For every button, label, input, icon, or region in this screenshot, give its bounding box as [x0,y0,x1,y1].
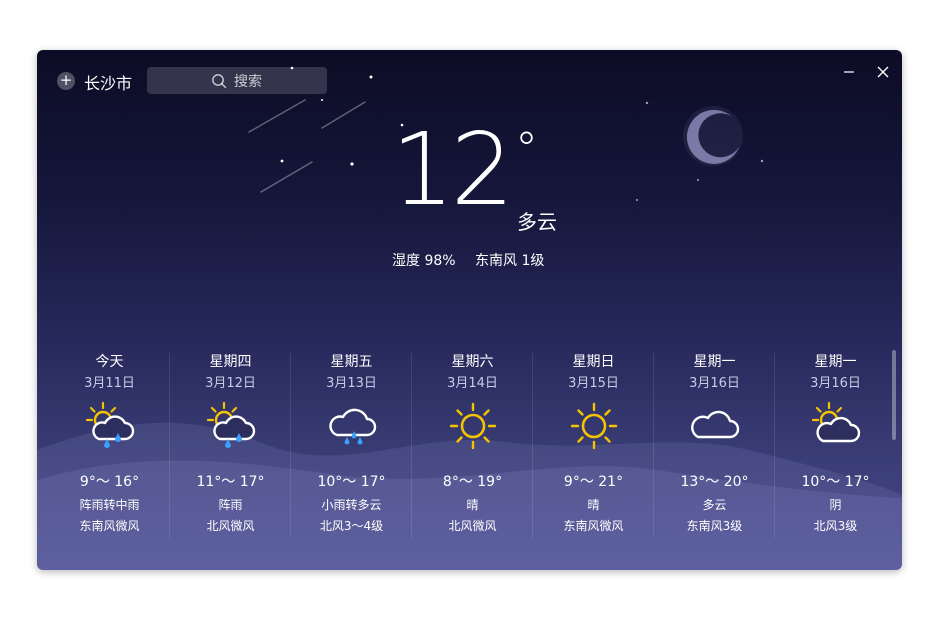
forecast-date: 3月16日 [810,376,861,391]
current-temperature: 12 [391,111,514,228]
search-box[interactable]: 搜索 [147,67,327,94]
forecast-wind: 北风3～4级 [319,519,384,533]
forecast-day-name: 星期一 [814,354,857,370]
humidity-text: 湿度 98% [392,253,456,269]
forecast-wind: 北风3级 [813,519,858,533]
current-condition: 多云 [517,210,557,234]
forecast-description: 晴 [587,498,600,512]
forecast-day: 星期四 3月12日 11°～ 17° 阵雨 北风微风 [170,343,291,543]
forecast-wind: 北风微风 [206,519,255,533]
search-placeholder: 搜索 [234,74,262,90]
sun-cloud-rain-icon [206,401,256,448]
forecast-day-name: 星期五 [330,354,373,370]
forecast-date: 3月11日 [84,376,135,391]
forecast-date: 3月15日 [568,376,619,391]
close-button[interactable] [873,62,893,82]
forecast-day: 星期日 3月15日 9°～ 21° 晴 东南风微风 [533,343,654,543]
city-name[interactable]: 长沙市 [84,70,132,94]
forecast-temp-range: 9°～ 16° [79,474,140,490]
forecast-temp-range: 11°～ 17° [196,474,265,490]
forecast-list: 今天 3月11日 9°～ 16° 阵雨转中雨 东南风微风 星期四 3月12日 1… [49,343,897,543]
forecast-description: 阵雨转中雨 [79,498,140,512]
forecast-day-name: 星期六 [451,354,494,370]
forecast-temp-range: 8°～ 19° [442,474,503,490]
forecast-description: 多云 [702,498,727,512]
forecast-wind: 东南风微风 [563,519,624,533]
temperature-unit: ° [515,122,538,176]
moon-icon [683,106,743,166]
forecast-date: 3月12日 [205,376,256,391]
cloud-rain-icon [329,408,377,445]
sun-cloud-icon [811,401,861,443]
wind-text: 东南风 1级 [475,253,545,269]
forecast-scrollbar[interactable] [892,350,896,440]
forecast-day: 星期一 3月16日 10°～ 17° 阴 北风3级 [775,343,896,543]
forecast-temp-range: 13°～ 20° [680,474,749,490]
forecast-day-name: 今天 [95,354,124,370]
forecast-day-name: 星期一 [693,354,736,370]
forecast-day-name: 星期日 [572,354,615,370]
forecast-wind: 东南风3级 [686,519,743,533]
forecast-day-name: 星期四 [209,354,252,370]
forecast-temp-range: 9°～ 21° [563,474,624,490]
forecast-wind: 北风微风 [448,519,497,533]
add-city-button[interactable]: + [57,72,75,90]
forecast-description: 晴 [466,498,479,512]
forecast-temp-range: 10°～ 17° [317,474,386,490]
forecast-description: 阴 [829,498,842,512]
forecast-temp-range: 10°～ 17° [801,474,870,490]
forecast-day: 星期六 3月14日 8°～ 19° 晴 北风微风 [412,343,533,543]
sun-cloud-rain-icon [85,401,135,448]
forecast-day: 星期一 3月16日 13°～ 20° 多云 东南风3级 [654,343,775,543]
sun-icon [570,402,618,450]
cloud-icon [691,410,740,439]
forecast-day: 星期五 3月13日 10°～ 17° 小雨转多云 北风3～4级 [291,343,412,543]
forecast-description: 阵雨 [218,498,243,512]
forecast-wind: 东南风微风 [79,519,140,533]
sun-icon [449,402,497,450]
forecast-date: 3月16日 [689,376,740,391]
forecast-day: 今天 3月11日 9°～ 16° 阵雨转中雨 东南风微风 [49,343,170,543]
minimize-button[interactable] [839,62,859,82]
forecast-date: 3月14日 [447,376,498,391]
forecast-date: 3月13日 [326,376,377,391]
forecast-description: 小雨转多云 [321,498,382,512]
search-icon [212,74,227,89]
weather-window: + 长沙市 搜索 12 ° 多云 湿度 98% 东南风 1级 今天 3月11日 [37,50,902,570]
